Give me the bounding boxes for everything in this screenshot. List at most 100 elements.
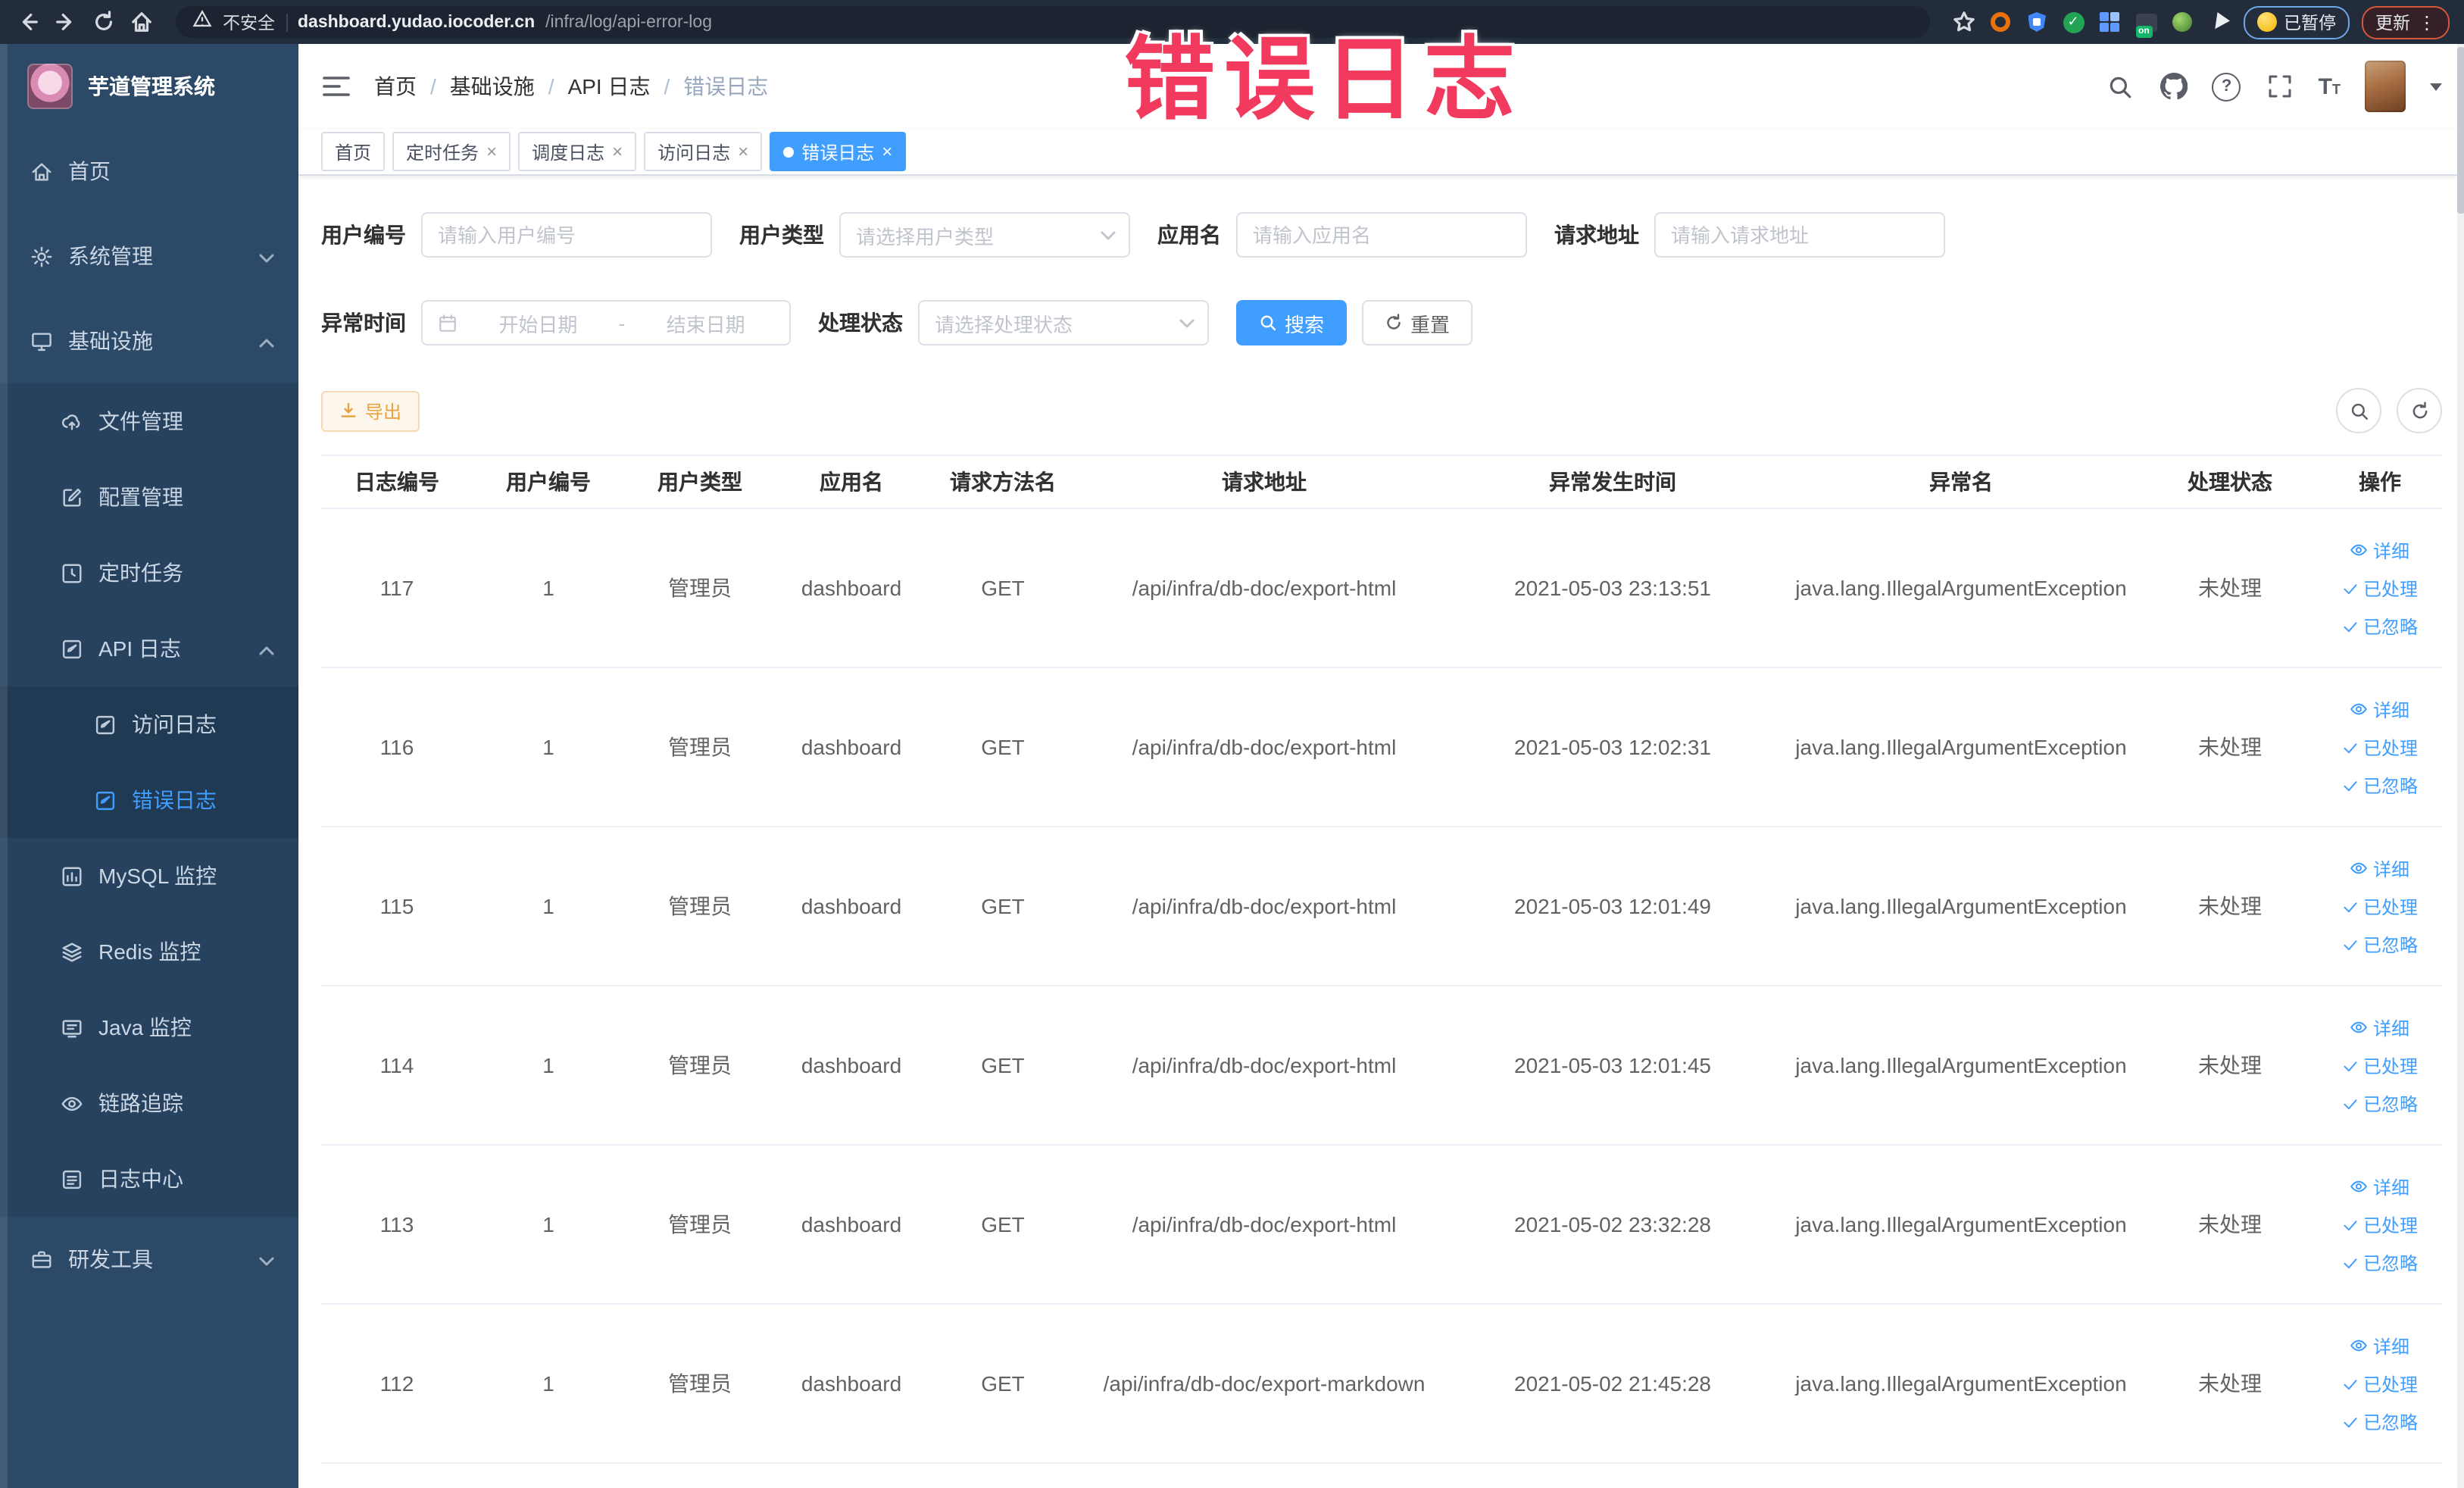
sidebar-item-config-management[interactable]: 配置管理 [0, 459, 298, 535]
browser-update-chip[interactable]: 更新 ⋮ [2362, 5, 2450, 39]
log-icon [94, 789, 117, 811]
mark-ignored-link[interactable]: 已忽略 [2342, 1249, 2418, 1275]
request-url-input[interactable] [1654, 212, 1945, 258]
toggle-search-button[interactable] [2336, 388, 2381, 433]
sidebar-item-scheduled-tasks[interactable]: 定时任务 [0, 535, 298, 611]
browser-menu-icon[interactable]: ⋮ [2418, 11, 2436, 33]
browser-back-icon[interactable] [15, 9, 41, 35]
date-range-picker[interactable]: 开始日期 - 结束日期 [421, 300, 791, 345]
table-row: 112 1 管理员 dashboard GET /api/infra/db-do… [321, 1305, 2442, 1464]
user-id-input[interactable] [421, 212, 712, 258]
sidebar-item-dev-tools[interactable]: 研发工具 [0, 1217, 298, 1302]
sidebar-item-infrastructure[interactable]: 基础设施 [0, 299, 298, 383]
scrollbar-thumb[interactable] [2457, 47, 2464, 214]
user-type-select[interactable]: 请选择用户类型 [839, 212, 1130, 258]
sidebar-item-log-center[interactable]: 日志中心 [0, 1141, 298, 1217]
breadcrumb: 首页 / 基础设施 / API 日志 / 错误日志 [374, 71, 768, 102]
reset-button[interactable]: 重置 [1362, 300, 1473, 345]
mark-processed-link[interactable]: 已处理 [2342, 1371, 2418, 1396]
detail-link[interactable]: 详细 [2350, 1014, 2409, 1040]
url-path[interactable]: /infra/log/api-error-log [545, 13, 712, 31]
detail-link[interactable]: 详细 [2350, 696, 2409, 722]
tab-scheduled-tasks[interactable]: 定时任务 × [392, 132, 511, 171]
tab-error-log[interactable]: 错误日志 × [770, 132, 907, 171]
user-avatar[interactable] [2365, 61, 2406, 112]
detail-link[interactable]: 详细 [2350, 855, 2409, 881]
address-bar[interactable]: 不安全 dashboard.yudao.iocoder.cn/infra/log… [176, 6, 1929, 38]
page-scrollbar[interactable] [2457, 44, 2464, 1488]
close-icon[interactable]: × [882, 142, 892, 161]
url-domain[interactable]: dashboard.yudao.iocoder.cn [298, 13, 535, 31]
breadcrumb-item[interactable]: API 日志 [568, 71, 651, 102]
extension-icon[interactable]: ✓ [2061, 10, 2085, 34]
bookmark-star-icon[interactable] [1950, 9, 1976, 35]
eye-icon [2351, 1021, 2368, 1033]
mark-ignored-link[interactable]: 已忽略 [2342, 1408, 2418, 1434]
cell-app-name: dashboard [801, 735, 902, 759]
detail-link[interactable]: 详细 [2350, 1333, 2409, 1358]
sidebar-item-mysql-monitor[interactable]: MySQL 监控 [0, 838, 298, 914]
mark-processed-link[interactable]: 已处理 [2342, 1211, 2418, 1237]
extension-icon[interactable] [1988, 10, 2013, 34]
extension-icon[interactable] [2097, 10, 2122, 34]
github-icon[interactable] [2160, 72, 2188, 101]
sidebar-item-system-management[interactable]: 系统管理 [0, 214, 298, 299]
font-size-icon[interactable]: TT [2319, 73, 2341, 99]
cell-user-id: 1 [542, 1053, 554, 1077]
mark-ignored-link[interactable]: 已忽略 [2342, 1090, 2418, 1116]
mark-processed-link[interactable]: 已处理 [2342, 893, 2418, 919]
extension-icon[interactable] [2170, 10, 2194, 34]
breadcrumb-item[interactable]: 基础设施 [450, 71, 535, 102]
table-row: 114 1 管理员 dashboard GET /api/infra/db-do… [321, 986, 2442, 1146]
tab-access-log[interactable]: 访问日志 × [644, 132, 763, 171]
sidebar-item-java-monitor[interactable]: Java 监控 [0, 989, 298, 1065]
sidebar-item-trace[interactable]: 链路追踪 [0, 1065, 298, 1141]
sidebar-item-api-log[interactable]: API 日志 [0, 611, 298, 686]
search-button[interactable]: 搜索 [1236, 300, 1348, 345]
cell-request-url: /api/infra/db-doc/export-html [1132, 894, 1397, 918]
app-name-input[interactable] [1236, 212, 1527, 258]
mark-ignored-link[interactable]: 已忽略 [2342, 931, 2418, 957]
mark-ignored-link[interactable]: 已忽略 [2342, 772, 2418, 798]
mark-processed-link[interactable]: 已处理 [2342, 734, 2418, 760]
address-divider [286, 13, 287, 31]
status-select[interactable]: 请选择处理状态 [918, 300, 1209, 345]
extensions-pin-icon[interactable] [2206, 10, 2231, 34]
sidebar-logo-row[interactable]: 芋道管理系统 [0, 44, 298, 129]
tab-label: 定时任务 [406, 142, 479, 163]
export-button[interactable]: 导出 [321, 390, 420, 431]
breadcrumb-item[interactable]: 首页 [374, 71, 417, 102]
browser-home-icon[interactable] [129, 9, 155, 35]
close-icon[interactable]: × [486, 142, 497, 161]
sidebar-item-home[interactable]: 首页 [0, 129, 298, 214]
sidebar-item-access-log[interactable]: 访问日志 [0, 686, 298, 762]
mark-ignored-link[interactable]: 已忽略 [2342, 613, 2418, 639]
tab-home[interactable]: 首页 [321, 132, 386, 171]
browser-forward-icon[interactable] [53, 9, 79, 35]
calendar-icon [439, 314, 456, 331]
mark-processed-link[interactable]: 已处理 [2342, 575, 2418, 601]
tab-schedule-log[interactable]: 调度日志 × [518, 132, 637, 171]
sidebar-item-file-management[interactable]: 文件管理 [0, 383, 298, 459]
table-row: 113 1 管理员 dashboard GET /api/infra/db-do… [321, 1146, 2442, 1305]
refresh-button[interactable] [2397, 388, 2442, 433]
close-icon[interactable]: × [738, 142, 748, 161]
not-secure-warning-icon[interactable] [192, 8, 212, 36]
user-menu-caret-icon[interactable] [2430, 83, 2442, 90]
browser-reload-icon[interactable] [91, 9, 117, 35]
detail-link[interactable]: 详细 [2350, 1174, 2409, 1199]
extension-icon[interactable]: on [2134, 10, 2158, 37]
help-icon[interactable]: ? [2212, 72, 2241, 101]
close-icon[interactable]: × [612, 142, 623, 161]
detail-link[interactable]: 详细 [2350, 537, 2409, 563]
not-secure-label[interactable]: 不安全 [223, 10, 275, 34]
sidebar-toggle-icon[interactable] [321, 71, 351, 102]
sidebar-item-label: 定时任务 [98, 561, 183, 585]
sidebar-item-redis-monitor[interactable]: Redis 监控 [0, 914, 298, 989]
profile-paused-chip[interactable]: 已暂停 [2243, 5, 2350, 39]
search-icon[interactable] [2106, 72, 2135, 101]
fullscreen-icon[interactable] [2266, 72, 2294, 101]
mark-processed-link[interactable]: 已处理 [2342, 1052, 2418, 1078]
extension-icon[interactable] [2025, 10, 2049, 34]
sidebar-item-error-log[interactable]: 错误日志 [0, 762, 298, 838]
